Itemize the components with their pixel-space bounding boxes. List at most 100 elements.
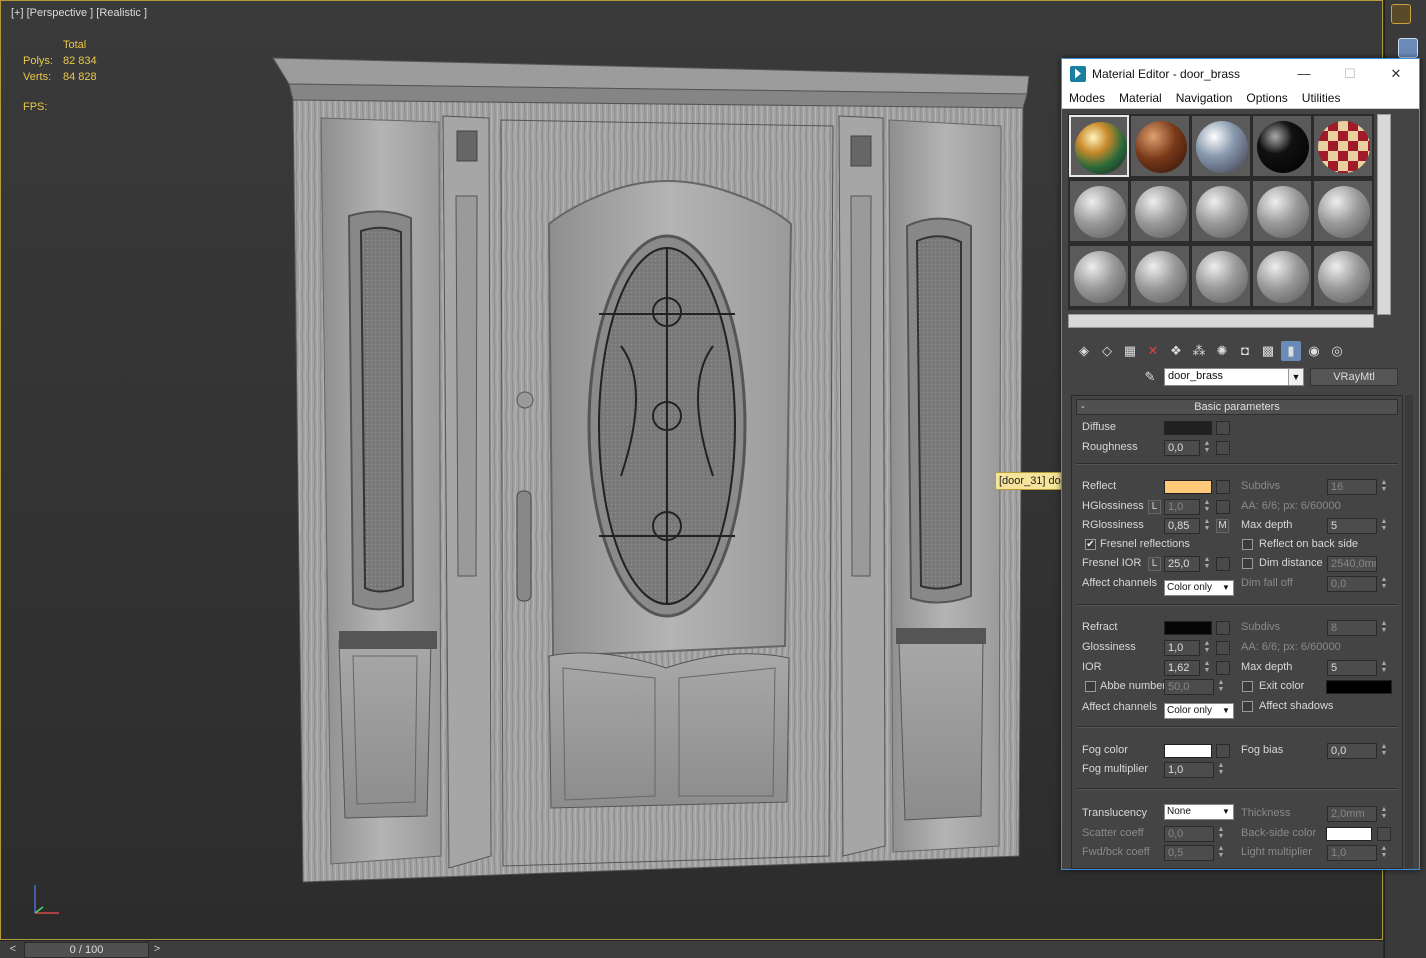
eyedropper-icon[interactable]: ✎ xyxy=(1142,368,1158,386)
abbe-spinner[interactable]: 50,0 ▲ ▼ xyxy=(1164,679,1224,695)
material-slot[interactable] xyxy=(1191,245,1251,307)
maximize-button[interactable]: ☐ xyxy=(1327,66,1373,82)
roughness-spinner[interactable]: 0,0 ▲ ▼ xyxy=(1164,440,1210,456)
close-button[interactable]: ✕ xyxy=(1373,66,1419,82)
show-end-result-icon[interactable]: ▮ xyxy=(1281,341,1301,361)
show-in-viewport-icon[interactable]: ▩ xyxy=(1258,341,1278,361)
menu-material[interactable]: Material xyxy=(1112,91,1169,105)
refract-maxdepth-spinner[interactable]: 5 ▲ ▼ xyxy=(1327,660,1387,676)
parameters-scrollbar[interactable] xyxy=(1405,395,1413,869)
material-slot[interactable] xyxy=(1130,115,1190,177)
put-to-library-icon[interactable]: ✺ xyxy=(1212,341,1232,361)
material-slot[interactable] xyxy=(1130,180,1190,242)
dim-distance-checkbox[interactable] xyxy=(1242,558,1253,569)
diffuse-color-swatch[interactable] xyxy=(1164,421,1212,435)
reflect-backside-checkbox[interactable] xyxy=(1242,539,1253,550)
dim-distance-spinner[interactable]: 2540,0mr xyxy=(1327,556,1377,572)
assign-to-selection-icon[interactable]: ▦ xyxy=(1120,341,1140,361)
affect-shadows-label: Affect shadows xyxy=(1259,700,1334,712)
reflect-color-swatch[interactable] xyxy=(1164,480,1212,494)
viewport-label[interactable]: [+] [Perspective ] [Realistic ] xyxy=(11,7,147,19)
material-slot[interactable] xyxy=(1069,115,1129,177)
chevron-down-icon[interactable]: ▼ xyxy=(1288,369,1303,385)
reset-icon[interactable]: ✕ xyxy=(1143,341,1163,361)
refract-color-swatch[interactable] xyxy=(1164,621,1212,635)
exit-color-checkbox[interactable] xyxy=(1242,681,1253,692)
put-to-scene-icon[interactable]: ◇ xyxy=(1097,341,1117,361)
fresnel-ior-map-button[interactable] xyxy=(1216,557,1230,571)
translucency-select[interactable]: None ▼ xyxy=(1164,804,1234,820)
material-slot[interactable] xyxy=(1191,180,1251,242)
refract-glossiness-map-button[interactable] xyxy=(1216,641,1230,655)
material-slot[interactable] xyxy=(1191,115,1251,177)
go-forward-icon[interactable]: ◎ xyxy=(1327,341,1347,361)
dim-falloff-spinner[interactable]: 0,0 ▲ ▼ xyxy=(1327,576,1387,592)
backside-color-swatch[interactable] xyxy=(1326,827,1372,841)
scatter-coeff-spinner[interactable]: 0,0 ▲ ▼ xyxy=(1164,826,1224,842)
hglossiness-map-button[interactable] xyxy=(1216,500,1230,514)
door-model[interactable] xyxy=(271,56,1031,896)
menu-utilities[interactable]: Utilities xyxy=(1295,91,1348,105)
reflect-map-button[interactable] xyxy=(1216,480,1230,494)
reflect-subdivs-spinner[interactable]: 16 ▲ ▼ xyxy=(1327,479,1387,495)
hglossiness-spinner[interactable]: 1,0 ▲ ▼ xyxy=(1164,499,1210,515)
menu-modes[interactable]: Modes xyxy=(1062,91,1112,105)
refract-map-button[interactable] xyxy=(1216,621,1230,635)
get-material-icon[interactable]: ◈ xyxy=(1074,341,1094,361)
fog-color-map-button[interactable] xyxy=(1216,744,1230,758)
sphere-icon[interactable] xyxy=(1398,38,1418,58)
material-slot[interactable] xyxy=(1069,180,1129,242)
diffuse-map-button[interactable] xyxy=(1216,421,1230,435)
material-editor-window[interactable]: Material Editor - door_brass — ☐ ✕ Modes… xyxy=(1061,58,1420,870)
slots-horizontal-scrollbar[interactable] xyxy=(1068,314,1374,328)
ior-spinner[interactable]: 1,62 ▲ ▼ xyxy=(1164,660,1210,676)
fresnel-checkbox[interactable]: ✔ xyxy=(1085,539,1096,550)
thickness-spinner[interactable]: 2,0mm ▲ ▼ xyxy=(1327,806,1387,822)
make-unique-icon[interactable]: ⁂ xyxy=(1189,341,1209,361)
rglossiness-map-button[interactable]: M xyxy=(1216,519,1229,533)
refract-glossiness-spinner[interactable]: 1,0 ▲ ▼ xyxy=(1164,640,1210,656)
material-slot[interactable] xyxy=(1313,180,1373,242)
light-multiplier-spinner[interactable]: 1,0 ▲ ▼ xyxy=(1327,845,1387,861)
basic-parameters-rollout[interactable]: - Basic parameters xyxy=(1076,399,1398,415)
rglossiness-spinner[interactable]: 0,85 ▲ ▼ xyxy=(1164,518,1210,534)
refract-subdivs-spinner[interactable]: 8 ▲ ▼ xyxy=(1327,620,1387,636)
menu-navigation[interactable]: Navigation xyxy=(1169,91,1240,105)
roughness-map-button[interactable] xyxy=(1216,441,1230,455)
abbe-checkbox[interactable] xyxy=(1085,681,1096,692)
ior-map-button[interactable] xyxy=(1216,661,1230,675)
material-slot[interactable] xyxy=(1252,180,1312,242)
hglossiness-lock-button[interactable]: L xyxy=(1148,500,1161,514)
fresnel-ior-spinner[interactable]: 25,0 ▲ ▼ xyxy=(1164,556,1210,572)
fwd-bck-coeff-spinner[interactable]: 0,5 ▲ ▼ xyxy=(1164,845,1224,861)
fog-multiplier-spinner[interactable]: 1,0 ▲ ▼ xyxy=(1164,762,1224,778)
reflect-affect-select[interactable]: Color only ▼ xyxy=(1164,580,1234,596)
material-editor-titlebar[interactable]: Material Editor - door_brass — ☐ ✕ xyxy=(1062,59,1419,88)
material-slot[interactable] xyxy=(1252,115,1312,177)
minimize-button[interactable]: — xyxy=(1281,66,1327,81)
menu-options[interactable]: Options xyxy=(1239,91,1294,105)
copy-material-icon[interactable]: ❖ xyxy=(1166,341,1186,361)
prev-frame-button[interactable]: < xyxy=(6,942,20,958)
material-slot[interactable] xyxy=(1130,245,1190,307)
sun-icon[interactable] xyxy=(1391,4,1411,24)
affect-shadows-checkbox[interactable] xyxy=(1242,701,1253,712)
fog-bias-spinner[interactable]: 0,0 ▲ ▼ xyxy=(1327,743,1387,759)
fresnel-ior-lock-button[interactable]: L xyxy=(1148,557,1161,571)
reflect-maxdepth-spinner[interactable]: 5 ▲ ▼ xyxy=(1327,518,1387,534)
go-to-parent-icon[interactable]: ◉ xyxy=(1304,341,1324,361)
refract-affect-select[interactable]: Color only ▼ xyxy=(1164,703,1234,719)
material-slot[interactable] xyxy=(1313,115,1373,177)
next-frame-button[interactable]: > xyxy=(150,942,164,958)
time-slider[interactable]: 0 / 100 xyxy=(24,942,149,958)
material-slot[interactable] xyxy=(1313,245,1373,307)
material-slot[interactable] xyxy=(1069,245,1129,307)
material-slot[interactable] xyxy=(1252,245,1312,307)
material-name-field[interactable]: door_brass ▼ xyxy=(1164,368,1304,386)
backside-map-button[interactable] xyxy=(1377,827,1391,841)
slots-vertical-scrollbar[interactable] xyxy=(1377,114,1391,315)
material-type-button[interactable]: VRayMtl xyxy=(1310,368,1398,386)
fog-color-swatch[interactable] xyxy=(1164,744,1212,758)
exit-color-swatch[interactable] xyxy=(1326,680,1392,694)
material-id-icon[interactable]: ◘ xyxy=(1235,341,1255,361)
